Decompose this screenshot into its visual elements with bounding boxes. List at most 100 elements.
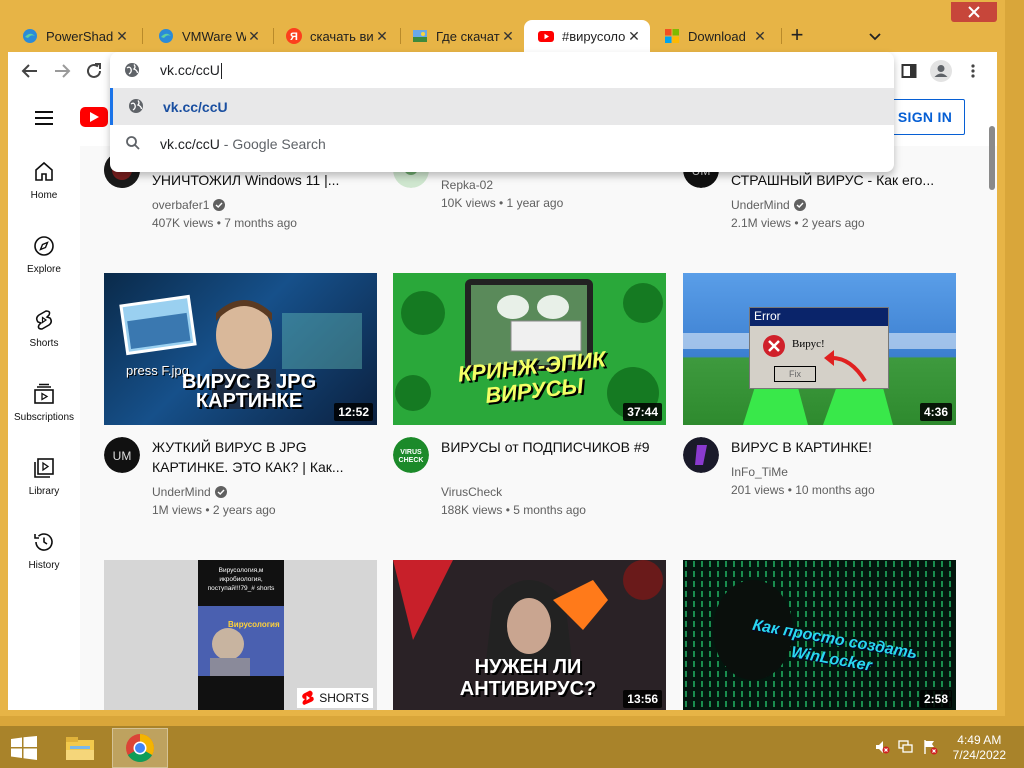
taskbar-chrome[interactable] xyxy=(112,728,168,768)
sidebar-item-label: History xyxy=(28,560,60,571)
sidebar-item-label: Explore xyxy=(27,264,61,275)
video-title[interactable]: УНИЧТОЖИЛ Windows 11 |... xyxy=(152,170,372,190)
tab-close-icon[interactable]: ✕ xyxy=(246,28,262,44)
address-bar[interactable]: vk.cc/ccU xyxy=(110,52,894,88)
video-duration: 37:44 xyxy=(623,403,662,421)
channel-name-text: overbafer1 xyxy=(152,198,210,212)
side-panel-button[interactable] xyxy=(897,59,921,83)
tab-powershad[interactable]: PowerShad ✕ xyxy=(8,20,138,52)
profile-icon xyxy=(930,60,952,82)
video-title[interactable]: СТРАШНЫЙ ВИРУС - Как его... xyxy=(731,170,951,190)
thumbnail-image xyxy=(198,606,284,676)
video-thumbnail[interactable]: Error Вирус! Fix 4:36 xyxy=(683,273,956,425)
channel-name[interactable]: UnderMind xyxy=(731,198,806,212)
tab-title: скачать ви xyxy=(310,28,374,44)
sidebar-item-shorts[interactable]: Shorts xyxy=(8,294,80,368)
sidebar-item-library[interactable]: Library xyxy=(8,442,80,516)
address-input[interactable]: vk.cc/ccU xyxy=(160,62,222,80)
sidebar-item-explore[interactable]: Explore xyxy=(8,220,80,294)
video-duration: 13:56 xyxy=(623,690,662,708)
tab-search-button[interactable] xyxy=(865,26,885,46)
video-title[interactable]: ВИРУС В КАРТИНКЕ! xyxy=(731,437,951,457)
youtube-logo[interactable] xyxy=(80,107,108,127)
forward-button[interactable] xyxy=(50,59,74,83)
svg-text:VIRUS: VIRUS xyxy=(400,449,422,456)
hamburger-menu-button[interactable] xyxy=(32,106,56,130)
tab-close-icon[interactable]: ✕ xyxy=(752,28,768,44)
tab-strip: PowerShad ✕ VMWare W ✕ Я скачать ви ✕ Гд… xyxy=(8,18,997,52)
reload-button[interactable] xyxy=(82,59,106,83)
suggestion-url[interactable]: vk.cc/ccU xyxy=(110,88,894,125)
channel-name-text: InFo_TiMe xyxy=(731,465,788,479)
taskbar-file-explorer[interactable] xyxy=(52,728,108,768)
video-thumbnail[interactable]: press F.jpg ВИРУС В JPG КАРТИНКЕ 12:52 xyxy=(104,273,377,425)
chrome-icon xyxy=(126,734,154,762)
tab-close-icon[interactable]: ✕ xyxy=(500,28,516,44)
tab-close-icon[interactable]: ✕ xyxy=(626,28,642,44)
video-thumbnail[interactable]: Вирусология,м икробиология, поступай!!!7… xyxy=(104,560,377,710)
history-icon xyxy=(34,533,53,551)
page-scrollbar[interactable] xyxy=(989,126,995,190)
video-duration: 2:58 xyxy=(919,690,952,708)
subscriptions-icon xyxy=(34,383,54,404)
browser-window: PowerShad ✕ VMWare W ✕ Я скачать ви ✕ Гд… xyxy=(0,0,1005,716)
svg-text:Я: Я xyxy=(290,31,298,43)
suggestion-suffix: - Google Search xyxy=(219,136,326,152)
speaker-muted-icon[interactable] xyxy=(874,739,890,755)
tab-yandex[interactable]: Я скачать ви ✕ xyxy=(272,20,398,52)
tab-close-icon[interactable]: ✕ xyxy=(374,28,390,44)
sidebar-item-home[interactable]: Home xyxy=(8,146,80,220)
action-center-flag-icon[interactable] xyxy=(922,739,938,755)
shorts-badge: SHORTS xyxy=(297,688,373,708)
globe-icon xyxy=(124,62,140,83)
sidebar-item-label: Home xyxy=(30,190,58,201)
back-button[interactable] xyxy=(18,59,42,83)
thumb-caption: ВИРУС В JPG КАРТИНКЕ xyxy=(181,371,317,412)
tab-gde-skachat[interactable]: Где скачать ✕ xyxy=(398,20,524,52)
image-icon xyxy=(412,28,428,44)
edge-icon xyxy=(158,28,174,44)
channel-name-text: UnderMind xyxy=(152,485,211,499)
channel-name[interactable]: VirusCheck xyxy=(441,485,502,499)
youtube-sidebar: Home Explore Shorts Subscriptions Librar… xyxy=(8,146,80,710)
sidebar-item-history[interactable]: History xyxy=(8,516,80,590)
channel-name[interactable]: UnderMind xyxy=(152,485,227,499)
tab-vmware[interactable]: VMWare W ✕ xyxy=(144,20,270,52)
channel-name[interactable]: Repka-02 xyxy=(441,178,493,192)
network-icon[interactable] xyxy=(898,739,914,755)
video-title[interactable]: ВИРУСЫ от ПОДПИСЧИКОВ #9 xyxy=(441,437,661,457)
sidebar-item-label: Library xyxy=(28,486,60,497)
shorts-icon xyxy=(35,310,53,330)
channel-avatar-viruscheck[interactable]: VIRUS CHECK xyxy=(393,437,429,473)
compass-icon xyxy=(34,236,54,256)
channel-name[interactable]: InFo_TiMe xyxy=(731,465,788,479)
thumb-caption: Вирусология,м икробиология, поступай!!!7… xyxy=(207,567,275,592)
tab-youtube-active[interactable]: #вирусоло ✕ xyxy=(524,20,650,52)
video-thumbnail[interactable]: КРИНЖ-ЭПИК ВИРУСЫ 37:44 xyxy=(393,273,666,425)
home-icon xyxy=(35,161,53,181)
menu-button[interactable] xyxy=(961,59,985,83)
new-tab-button[interactable]: + xyxy=(785,24,809,48)
channel-avatar-undermind[interactable]: UM xyxy=(104,437,140,473)
system-clock[interactable]: 4:49 AM 7/24/2022 xyxy=(953,733,1006,763)
sidebar-item-label: Shorts xyxy=(29,338,59,349)
thumb-caption: НУЖЕН ЛИ АНТИВИРУС? xyxy=(459,656,597,700)
verified-icon xyxy=(793,199,806,211)
video-thumbnail[interactable]: НУЖЕН ЛИ АНТИВИРУС? 13:56 xyxy=(393,560,666,710)
sign-in-button[interactable]: SIGN IN xyxy=(885,99,965,135)
channel-name[interactable]: overbafer1 xyxy=(152,198,226,212)
start-button[interactable] xyxy=(10,736,38,760)
video-title[interactable]: ЖУТКИЙ ВИРУС В JPG КАРТИНКЕ. ЭТО КАК? | … xyxy=(152,437,372,477)
channel-avatar-info-time[interactable] xyxy=(683,437,719,473)
sidebar-item-subscriptions[interactable]: Subscriptions xyxy=(8,368,80,442)
tab-close-icon[interactable]: ✕ xyxy=(114,28,130,44)
arrow-left-icon xyxy=(21,64,37,78)
hamburger-icon xyxy=(35,111,53,125)
profile-button[interactable] xyxy=(929,59,953,83)
suggestion-search[interactable]: vk.cc/ccU - Google Search xyxy=(110,125,894,162)
library-icon xyxy=(34,458,54,478)
video-thumbnail[interactable]: Как просто создать WinLocker 2:58 xyxy=(683,560,956,710)
svg-text:UM: UM xyxy=(113,449,132,463)
tab-title: VMWare W xyxy=(182,28,246,44)
tab-download[interactable]: Download ✕ xyxy=(650,20,776,52)
